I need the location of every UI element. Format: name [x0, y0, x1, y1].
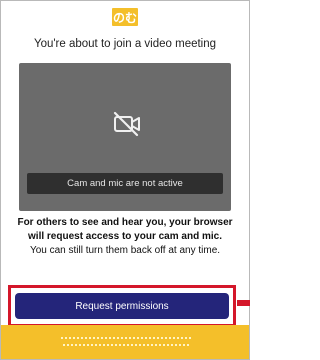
- footer-links-row-1: [61, 337, 191, 341]
- permission-info: For others to see and hear you, your bro…: [9, 216, 241, 258]
- permission-info-note: You can still turn them back off at any …: [29, 245, 221, 256]
- camera-off-icon: [113, 111, 140, 137]
- request-permissions-button[interactable]: Request permissions: [15, 293, 229, 319]
- permission-info-strong: For others to see and hear you, your bro…: [17, 217, 233, 242]
- video-preview: Cam and mic are not active: [19, 63, 231, 211]
- brand-logo: のむ: [112, 8, 138, 26]
- footer-links-row-2: [63, 344, 189, 348]
- request-permissions-highlight: Request permissions: [8, 285, 236, 327]
- highlight-pointer: [237, 300, 250, 306]
- media-status-label: Cam and mic are not active: [27, 173, 223, 194]
- meeting-join-screen: のむ You're about to join a video meeting …: [0, 0, 250, 360]
- footer-bar: [1, 325, 249, 359]
- page-title: You're about to join a video meeting: [33, 38, 217, 50]
